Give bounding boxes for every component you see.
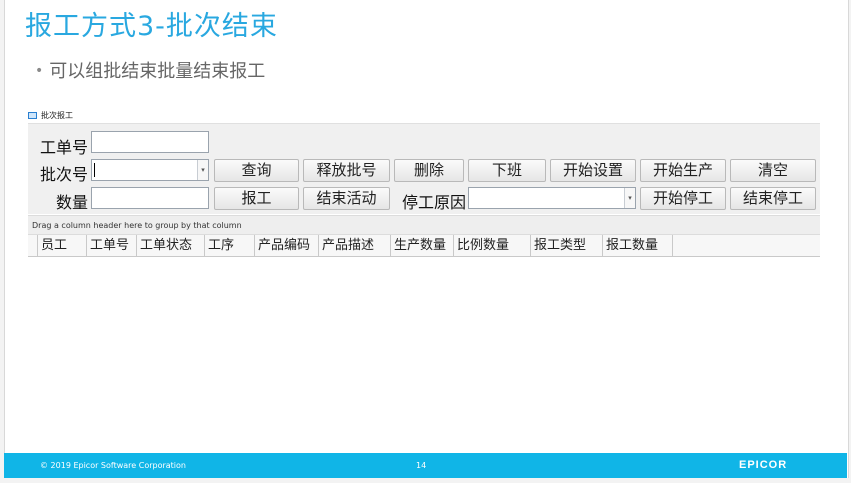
row-indicator-column: [28, 235, 38, 256]
quantity-label: 数量: [56, 193, 89, 212]
page-number: 14: [416, 461, 427, 470]
column-header[interactable]: 工单状态: [137, 235, 205, 256]
chevron-down-icon[interactable]: ▾: [624, 188, 635, 208]
bullet-text: 可以组批结束批量结束报工: [49, 61, 266, 82]
bullet-point: • 可以组批结束批量结束报工: [35, 57, 265, 83]
start-stop-button[interactable]: 开始停工: [640, 187, 726, 210]
end-activity-button[interactable]: 结束活动: [303, 187, 390, 210]
job-no-input[interactable]: [91, 131, 209, 153]
stop-reason-label: 停工原因: [402, 193, 467, 212]
bullet-dot-icon: •: [35, 63, 44, 79]
window-title-bar: 批次报工: [28, 108, 73, 122]
copyright-text: © 2019 Epicor Software Corporation: [40, 461, 186, 470]
stop-reason-combo[interactable]: ▾: [468, 187, 636, 209]
group-by-area[interactable]: Drag a column header here to group by th…: [28, 215, 820, 235]
start-production-button[interactable]: 开始生产: [640, 159, 726, 182]
query-button[interactable]: 查询: [214, 159, 299, 182]
column-header[interactable]: 产品编码: [255, 235, 319, 256]
start-setup-button[interactable]: 开始设置: [550, 159, 636, 182]
column-header[interactable]: 产品描述: [319, 235, 391, 256]
report-button[interactable]: 报工: [214, 187, 299, 210]
column-header[interactable]: 工序: [205, 235, 255, 256]
batch-no-combo[interactable]: ▾: [91, 159, 209, 181]
column-header[interactable]: 员工: [38, 235, 87, 256]
slide-title: 报工方式3-批次结束: [25, 11, 278, 42]
clear-button[interactable]: 清空: [730, 159, 816, 182]
quantity-input[interactable]: [91, 187, 209, 209]
release-batch-button[interactable]: 释放批号: [303, 159, 390, 182]
off-shift-button[interactable]: 下班: [468, 159, 546, 182]
batch-no-label: 批次号: [40, 165, 89, 184]
grid-header: 员工 工单号 工单状态 工序 产品编码 产品描述 生产数量 比例数量 报工类型 …: [28, 235, 820, 257]
column-header[interactable]: 报工数量: [603, 235, 673, 256]
window-icon: [28, 111, 37, 119]
chevron-down-icon[interactable]: ▾: [197, 160, 208, 180]
column-header[interactable]: 生产数量: [391, 235, 454, 256]
window-title: 批次报工: [41, 110, 73, 120]
batch-report-form: 工单号 批次号 ▾ 查询 释放批号 删除 下班 开始设置 开始生产 清空 数量 …: [28, 123, 820, 214]
end-stop-button[interactable]: 结束停工: [730, 187, 816, 210]
epicor-logo: EPICOR: [739, 459, 788, 471]
column-header[interactable]: 报工类型: [531, 235, 603, 256]
slide-footer: © 2019 Epicor Software Corporation 14 EP…: [4, 453, 847, 478]
delete-button[interactable]: 删除: [394, 159, 464, 182]
column-header[interactable]: 比例数量: [454, 235, 531, 256]
job-no-label: 工单号: [40, 138, 89, 157]
column-header[interactable]: 工单号: [87, 235, 137, 256]
